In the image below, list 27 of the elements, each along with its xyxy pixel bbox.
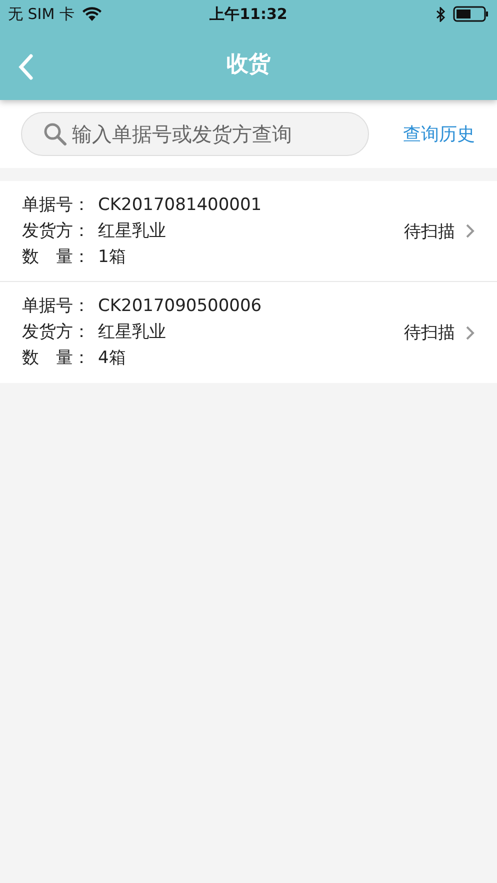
field-value: CK2017090500006 bbox=[98, 295, 262, 318]
field-value: 4箱 bbox=[98, 347, 126, 370]
field-value: 1箱 bbox=[98, 246, 126, 268]
chevron-icon bbox=[465, 223, 475, 239]
field-label: 数 量： bbox=[22, 347, 91, 370]
field-label: 数 量： bbox=[22, 246, 91, 268]
field-label: 发货方： bbox=[22, 321, 91, 344]
clock-time: 上午11:32 bbox=[210, 4, 288, 24]
field-label: 发货方： bbox=[22, 220, 91, 242]
status-link[interactable]: 待扫描 bbox=[404, 220, 475, 242]
search-icon bbox=[43, 122, 67, 146]
order-row[interactable]: 单据号： CK2017090500006 发货方： 红星乳业 数 量： 4箱 待扫描 bbox=[0, 282, 497, 383]
field-value: 红星乳业 bbox=[98, 321, 166, 344]
order-row[interactable]: 单据号： CK2017081400001 发货方： 红星乳业 数 量： 1箱 待扫描 bbox=[0, 181, 497, 282]
battery-icon bbox=[453, 6, 489, 22]
bluetooth-icon bbox=[436, 6, 445, 22]
wifi-icon bbox=[82, 7, 102, 21]
page-title: 收货 bbox=[226, 51, 270, 79]
field-label: 单据号： bbox=[22, 295, 91, 318]
search-field[interactable]: 输入单据号或发货方查询 bbox=[21, 112, 369, 156]
search-history-link[interactable]: 查询历史 bbox=[403, 122, 475, 146]
field-value: 红星乳业 bbox=[98, 220, 166, 242]
status-link[interactable]: 待扫描 bbox=[404, 321, 475, 344]
field-label: 单据号： bbox=[22, 194, 91, 216]
field-value: CK2017081400001 bbox=[98, 194, 262, 216]
carrier-label: 无 SIM 卡 bbox=[8, 4, 74, 24]
chevron-icon bbox=[465, 324, 475, 340]
